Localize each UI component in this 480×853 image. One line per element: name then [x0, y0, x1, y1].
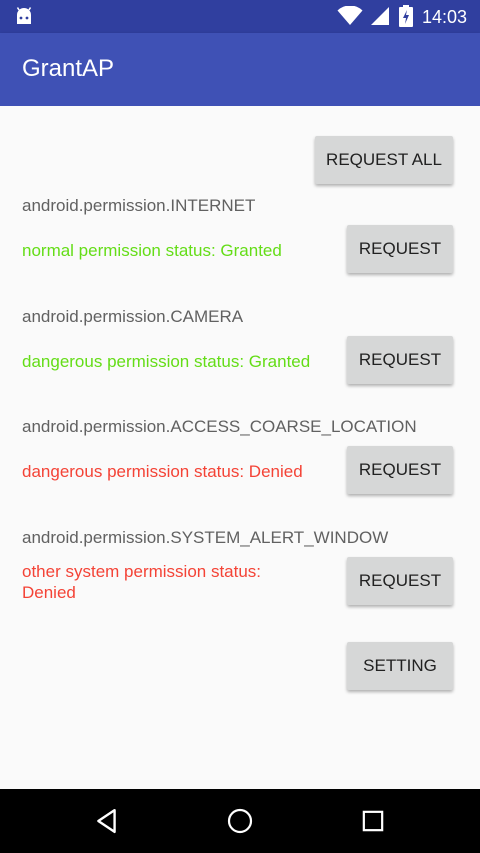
- permission-status-line2: Denied: [22, 583, 76, 602]
- signal-icon: [371, 7, 389, 25]
- setting-button[interactable]: SETTING: [347, 642, 453, 690]
- app-bar: GrantAP: [0, 33, 480, 106]
- android-icon: [16, 7, 32, 24]
- recents-icon: [362, 810, 384, 832]
- permission-name-system-alert-window: android.permission.SYSTEM_ALERT_WINDOW: [22, 528, 389, 547]
- permission-name-camera: android.permission.CAMERA: [22, 307, 244, 326]
- status-time: 14:03: [422, 7, 468, 27]
- app-title: GrantAP: [22, 55, 115, 82]
- recents-button[interactable]: [333, 789, 413, 853]
- request-internet-button[interactable]: REQUEST: [347, 225, 453, 273]
- request-camera-button[interactable]: REQUEST: [347, 336, 453, 384]
- request-all-button[interactable]: REQUEST ALL: [315, 136, 453, 184]
- permission-name-internet: android.permission.INTERNET: [22, 196, 256, 215]
- back-icon: [97, 808, 116, 834]
- permission-status-system-alert-window: other system permission status: Denied: [22, 561, 261, 603]
- permission-status-coarse-location: dangerous permission status: Denied: [22, 462, 303, 481]
- permission-status-internet: normal permission status: Granted: [22, 241, 282, 260]
- permission-name-coarse-location: android.permission.ACCESS_COARSE_LOCATIO…: [22, 417, 417, 436]
- status-bar: 14:03: [0, 0, 480, 33]
- navigation-bar: [0, 789, 480, 853]
- permission-status-camera: dangerous permission status: Granted: [22, 352, 311, 371]
- battery-icon: [399, 5, 413, 27]
- permissions-content: REQUEST ALL android.permission.INTERNET …: [0, 106, 480, 789]
- permission-status-line1: other system permission status:: [22, 562, 262, 581]
- home-icon: [227, 808, 253, 834]
- back-button[interactable]: [67, 789, 147, 853]
- wifi-icon: [337, 6, 363, 25]
- request-system-alert-window-button[interactable]: REQUEST: [347, 557, 453, 605]
- home-button[interactable]: [200, 789, 280, 853]
- request-coarse-location-button[interactable]: REQUEST: [347, 446, 453, 494]
